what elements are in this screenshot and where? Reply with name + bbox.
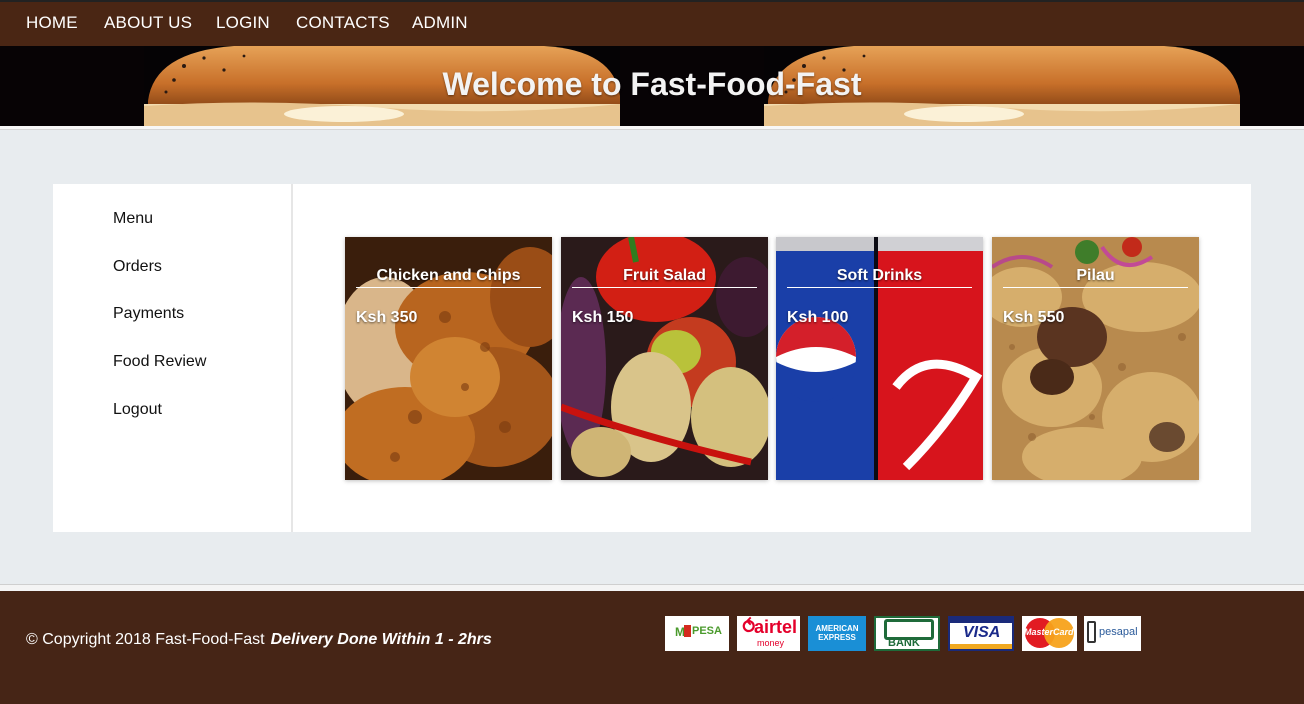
- sidebar-item-logout[interactable]: Logout: [113, 401, 162, 419]
- pesapal-logo: pesapal: [1084, 616, 1141, 651]
- menu-item-price: Ksh 350: [356, 309, 418, 326]
- footer: © Copyright 2018 Fast-Food-Fast Delivery …: [0, 591, 1304, 704]
- sidebar-item-payments[interactable]: Payments: [113, 305, 184, 323]
- menu-card-pilau[interactable]: Pilau Ksh 550: [992, 237, 1199, 480]
- menu-item-name: Chicken and Chips: [356, 267, 541, 288]
- nav-about-us[interactable]: ABOUT US: [104, 13, 192, 33]
- menu-item-name: Soft Drinks: [787, 267, 972, 288]
- menu-item-name: Fruit Salad: [572, 267, 757, 288]
- delivery-note: Delivery Done Within 1 - 2hrs: [270, 631, 492, 648]
- nav-admin[interactable]: ADMIN: [412, 13, 468, 33]
- menu-card-chicken-and-chips[interactable]: Chicken and Chips Ksh 350: [345, 237, 552, 480]
- sidebar-item-menu[interactable]: Menu: [113, 210, 153, 228]
- visa-logo: VISA: [948, 616, 1014, 651]
- co-op-bank-logo: BANK: [874, 616, 940, 651]
- american-express-logo: AMERICAN EXPRESS: [808, 616, 866, 651]
- page-title: Welcome to Fast-Food-Fast: [442, 66, 862, 102]
- copyright-text: © Copyright 2018 Fast-Food-Fast Delivery …: [26, 631, 492, 649]
- sidebar: Menu Orders Payments Food Review Logout: [53, 184, 293, 532]
- mpesa-logo: M PESA: [665, 616, 729, 651]
- nav-contacts[interactable]: CONTACTS: [296, 13, 390, 33]
- mastercard-logo: MasterCard: [1022, 616, 1077, 651]
- main-panel: Menu Orders Payments Food Review Logout …: [53, 184, 1251, 532]
- nav-login[interactable]: LOGIN: [216, 13, 270, 33]
- menu-item-price: Ksh 100: [787, 309, 849, 326]
- menu-item-price: Ksh 550: [1003, 309, 1065, 326]
- divider: [0, 126, 1304, 130]
- sidebar-item-food-review[interactable]: Food Review: [113, 353, 206, 371]
- menu-item-name: Pilau: [1003, 267, 1188, 288]
- nav-home[interactable]: HOME: [26, 13, 78, 33]
- menu-item-price: Ksh 150: [572, 309, 634, 326]
- menu-card-fruit-salad[interactable]: Fruit Salad Ksh 150: [561, 237, 768, 480]
- divider: [0, 584, 1304, 591]
- sidebar-item-orders[interactable]: Orders: [113, 258, 162, 276]
- airtel-money-logo: ⥀ airtel money: [737, 616, 800, 651]
- hero-banner: Welcome to Fast-Food-Fast: [0, 46, 1304, 126]
- menu-card-soft-drinks[interactable]: Soft Drinks Ksh 100: [776, 237, 983, 480]
- copyright-label: © Copyright 2018 Fast-Food-Fast: [26, 631, 265, 648]
- top-nav: HOME ABOUT US LOGIN CONTACTS ADMIN: [0, 0, 1304, 46]
